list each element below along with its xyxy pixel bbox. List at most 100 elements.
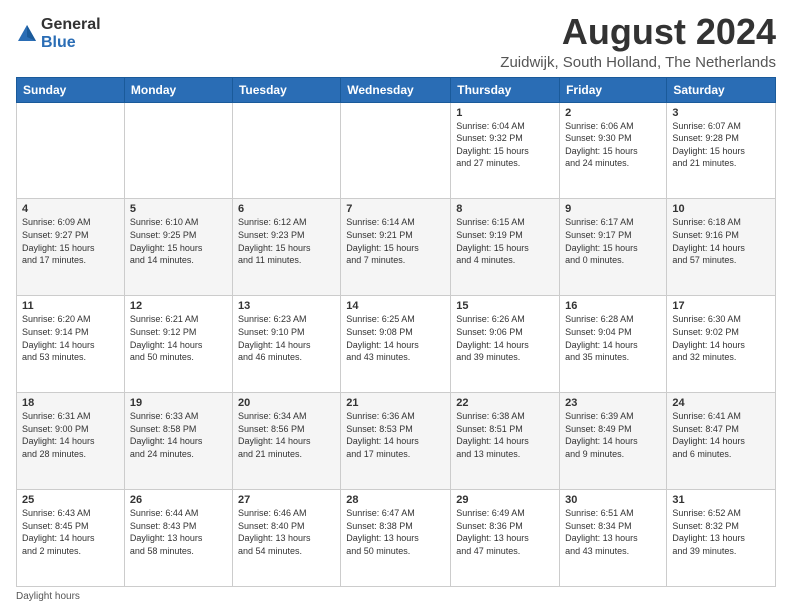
day-info: Sunrise: 6:17 AM Sunset: 9:17 PM Dayligh… (565, 216, 661, 266)
day-number: 11 (22, 300, 119, 312)
calendar-cell: 20Sunrise: 6:34 AM Sunset: 8:56 PM Dayli… (232, 393, 340, 490)
day-info: Sunrise: 6:33 AM Sunset: 8:58 PM Dayligh… (130, 410, 227, 460)
calendar-cell: 31Sunrise: 6:52 AM Sunset: 8:32 PM Dayli… (667, 490, 776, 587)
day-info: Sunrise: 6:46 AM Sunset: 8:40 PM Dayligh… (238, 507, 335, 557)
day-number: 5 (130, 203, 227, 215)
day-info: Sunrise: 6:15 AM Sunset: 9:19 PM Dayligh… (456, 216, 554, 266)
calendar-cell: 21Sunrise: 6:36 AM Sunset: 8:53 PM Dayli… (341, 393, 451, 490)
day-info: Sunrise: 6:39 AM Sunset: 8:49 PM Dayligh… (565, 410, 661, 460)
day-number: 28 (346, 494, 445, 506)
header-cell-monday: Monday (124, 77, 232, 102)
day-number: 14 (346, 300, 445, 312)
calendar-cell: 5Sunrise: 6:10 AM Sunset: 9:25 PM Daylig… (124, 199, 232, 296)
day-number: 31 (672, 494, 770, 506)
header-row: SundayMondayTuesdayWednesdayThursdayFrid… (17, 77, 776, 102)
header-cell-saturday: Saturday (667, 77, 776, 102)
calendar-cell: 19Sunrise: 6:33 AM Sunset: 8:58 PM Dayli… (124, 393, 232, 490)
calendar-cell: 27Sunrise: 6:46 AM Sunset: 8:40 PM Dayli… (232, 490, 340, 587)
calendar-cell: 6Sunrise: 6:12 AM Sunset: 9:23 PM Daylig… (232, 199, 340, 296)
day-number: 2 (565, 107, 661, 119)
calendar-cell: 2Sunrise: 6:06 AM Sunset: 9:30 PM Daylig… (560, 102, 667, 199)
day-number: 30 (565, 494, 661, 506)
day-number: 16 (565, 300, 661, 312)
title-section: August 2024 Zuidwijk, South Holland, The… (500, 12, 776, 71)
day-info: Sunrise: 6:36 AM Sunset: 8:53 PM Dayligh… (346, 410, 445, 460)
calendar-cell (124, 102, 232, 199)
calendar-cell: 26Sunrise: 6:44 AM Sunset: 8:43 PM Dayli… (124, 490, 232, 587)
week-row-2: 4Sunrise: 6:09 AM Sunset: 9:27 PM Daylig… (17, 199, 776, 296)
calendar-table: SundayMondayTuesdayWednesdayThursdayFrid… (16, 77, 776, 587)
day-number: 24 (672, 397, 770, 409)
day-info: Sunrise: 6:20 AM Sunset: 9:14 PM Dayligh… (22, 313, 119, 363)
day-info: Sunrise: 6:18 AM Sunset: 9:16 PM Dayligh… (672, 216, 770, 266)
calendar-cell: 8Sunrise: 6:15 AM Sunset: 9:19 PM Daylig… (451, 199, 560, 296)
calendar-cell: 23Sunrise: 6:39 AM Sunset: 8:49 PM Dayli… (560, 393, 667, 490)
calendar-cell: 16Sunrise: 6:28 AM Sunset: 9:04 PM Dayli… (560, 296, 667, 393)
day-number: 23 (565, 397, 661, 409)
calendar-cell (17, 102, 125, 199)
day-number: 8 (456, 203, 554, 215)
calendar-cell: 29Sunrise: 6:49 AM Sunset: 8:36 PM Dayli… (451, 490, 560, 587)
day-info: Sunrise: 6:26 AM Sunset: 9:06 PM Dayligh… (456, 313, 554, 363)
calendar-cell: 24Sunrise: 6:41 AM Sunset: 8:47 PM Dayli… (667, 393, 776, 490)
day-info: Sunrise: 6:47 AM Sunset: 8:38 PM Dayligh… (346, 507, 445, 557)
calendar-cell: 15Sunrise: 6:26 AM Sunset: 9:06 PM Dayli… (451, 296, 560, 393)
logo-general: General (41, 16, 101, 34)
header-cell-friday: Friday (560, 77, 667, 102)
header-cell-sunday: Sunday (17, 77, 125, 102)
logo-text: General Blue (41, 16, 101, 51)
day-info: Sunrise: 6:10 AM Sunset: 9:25 PM Dayligh… (130, 216, 227, 266)
day-number: 13 (238, 300, 335, 312)
day-info: Sunrise: 6:34 AM Sunset: 8:56 PM Dayligh… (238, 410, 335, 460)
day-number: 10 (672, 203, 770, 215)
week-row-3: 11Sunrise: 6:20 AM Sunset: 9:14 PM Dayli… (17, 296, 776, 393)
day-number: 22 (456, 397, 554, 409)
day-number: 1 (456, 107, 554, 119)
day-number: 9 (565, 203, 661, 215)
week-row-5: 25Sunrise: 6:43 AM Sunset: 8:45 PM Dayli… (17, 490, 776, 587)
main-title: August 2024 (500, 12, 776, 52)
day-info: Sunrise: 6:38 AM Sunset: 8:51 PM Dayligh… (456, 410, 554, 460)
day-number: 25 (22, 494, 119, 506)
header-cell-thursday: Thursday (451, 77, 560, 102)
day-info: Sunrise: 6:51 AM Sunset: 8:34 PM Dayligh… (565, 507, 661, 557)
calendar-cell: 7Sunrise: 6:14 AM Sunset: 9:21 PM Daylig… (341, 199, 451, 296)
day-number: 21 (346, 397, 445, 409)
day-number: 7 (346, 203, 445, 215)
calendar-cell (341, 102, 451, 199)
calendar-cell: 30Sunrise: 6:51 AM Sunset: 8:34 PM Dayli… (560, 490, 667, 587)
calendar-cell: 22Sunrise: 6:38 AM Sunset: 8:51 PM Dayli… (451, 393, 560, 490)
day-info: Sunrise: 6:14 AM Sunset: 9:21 PM Dayligh… (346, 216, 445, 266)
header-cell-tuesday: Tuesday (232, 77, 340, 102)
day-info: Sunrise: 6:43 AM Sunset: 8:45 PM Dayligh… (22, 507, 119, 557)
calendar-body: 1Sunrise: 6:04 AM Sunset: 9:32 PM Daylig… (17, 102, 776, 586)
day-number: 29 (456, 494, 554, 506)
calendar-cell: 1Sunrise: 6:04 AM Sunset: 9:32 PM Daylig… (451, 102, 560, 199)
day-number: 15 (456, 300, 554, 312)
day-info: Sunrise: 6:25 AM Sunset: 9:08 PM Dayligh… (346, 313, 445, 363)
calendar-cell (232, 102, 340, 199)
calendar-cell: 12Sunrise: 6:21 AM Sunset: 9:12 PM Dayli… (124, 296, 232, 393)
calendar-cell: 11Sunrise: 6:20 AM Sunset: 9:14 PM Dayli… (17, 296, 125, 393)
logo: General Blue (16, 16, 101, 51)
logo-blue: Blue (41, 34, 101, 52)
logo-icon (16, 23, 38, 45)
calendar-cell: 10Sunrise: 6:18 AM Sunset: 9:16 PM Dayli… (667, 199, 776, 296)
day-number: 26 (130, 494, 227, 506)
day-info: Sunrise: 6:21 AM Sunset: 9:12 PM Dayligh… (130, 313, 227, 363)
day-number: 19 (130, 397, 227, 409)
calendar-cell: 25Sunrise: 6:43 AM Sunset: 8:45 PM Dayli… (17, 490, 125, 587)
week-row-1: 1Sunrise: 6:04 AM Sunset: 9:32 PM Daylig… (17, 102, 776, 199)
day-number: 27 (238, 494, 335, 506)
day-info: Sunrise: 6:31 AM Sunset: 9:00 PM Dayligh… (22, 410, 119, 460)
day-info: Sunrise: 6:04 AM Sunset: 9:32 PM Dayligh… (456, 120, 554, 170)
calendar-cell: 3Sunrise: 6:07 AM Sunset: 9:28 PM Daylig… (667, 102, 776, 199)
day-info: Sunrise: 6:52 AM Sunset: 8:32 PM Dayligh… (672, 507, 770, 557)
calendar-cell: 4Sunrise: 6:09 AM Sunset: 9:27 PM Daylig… (17, 199, 125, 296)
day-info: Sunrise: 6:41 AM Sunset: 8:47 PM Dayligh… (672, 410, 770, 460)
calendar-cell: 17Sunrise: 6:30 AM Sunset: 9:02 PM Dayli… (667, 296, 776, 393)
day-number: 12 (130, 300, 227, 312)
page: General Blue August 2024 Zuidwijk, South… (0, 0, 792, 612)
calendar-cell: 14Sunrise: 6:25 AM Sunset: 9:08 PM Dayli… (341, 296, 451, 393)
day-info: Sunrise: 6:23 AM Sunset: 9:10 PM Dayligh… (238, 313, 335, 363)
